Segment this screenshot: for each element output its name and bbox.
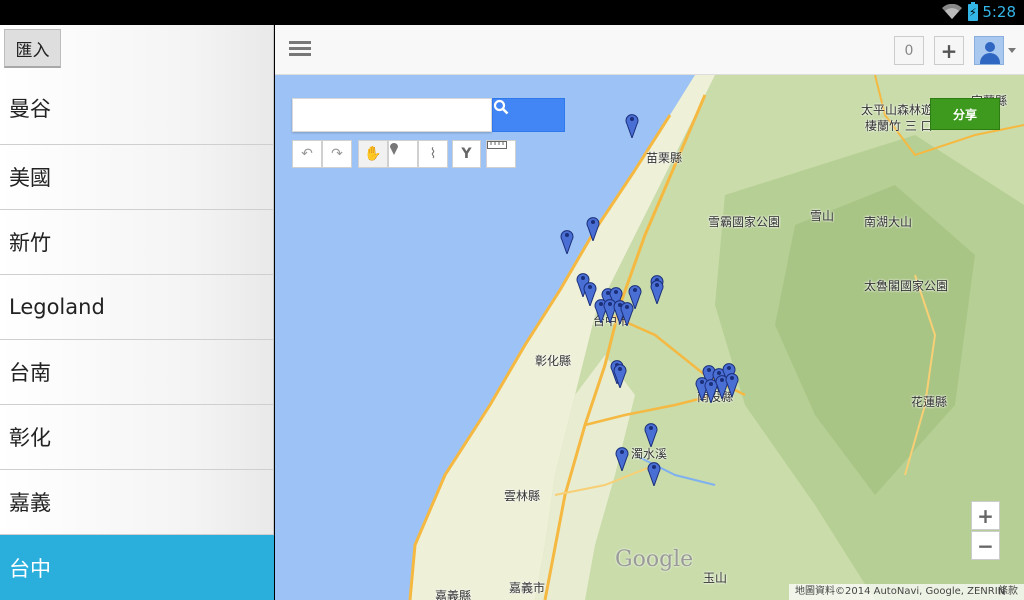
status-time: 5:28 — [982, 3, 1016, 21]
map-pin-icon[interactable] — [625, 112, 639, 138]
marker-icon — [390, 143, 398, 155]
chevron-down-icon[interactable] — [1008, 48, 1016, 53]
add-button[interactable]: + — [934, 36, 964, 65]
sidebar-item-taichung[interactable]: 台中 — [0, 535, 274, 600]
map-attribution: 地圖資料©2014 AutoNavi, Google, ZENRIN 條款 — [789, 584, 1024, 600]
map-pin-icon[interactable] — [620, 300, 634, 326]
map-pin-icon[interactable] — [586, 215, 600, 241]
map-label: 雲林縣 — [504, 489, 541, 503]
import-button[interactable]: 匯入 — [4, 29, 61, 68]
directions-icon: Y — [461, 146, 472, 162]
map-label: 苗栗縣 — [646, 151, 683, 165]
battery-icon: ⚡ — [968, 2, 978, 21]
map-pin-icon[interactable] — [560, 228, 574, 254]
sidebar-item-label: 嘉義 — [9, 491, 51, 515]
map-pin-icon[interactable] — [613, 362, 627, 388]
map-pin-icon[interactable] — [725, 371, 739, 397]
map-toolbar: 0 + — [275, 25, 1024, 75]
map-label: 嘉義市 — [509, 581, 546, 595]
pan-tool-button[interactable]: ✋ — [358, 140, 388, 168]
terms-link[interactable]: 條款 — [998, 584, 1018, 600]
sidebar-item-label: 曼谷 — [9, 96, 51, 121]
attribution-text: 地圖資料©2014 AutoNavi, Google, ZENRIN — [795, 586, 1006, 597]
sidebar-item-label: 台中 — [9, 556, 51, 581]
map-label: 雪山 — [810, 209, 835, 223]
measure-button[interactable] — [486, 140, 516, 168]
sidebar-item-label: 美國 — [9, 166, 51, 190]
sidebar-item-chiayi[interactable]: 嘉義 — [0, 470, 274, 535]
sidebar-item-usa[interactable]: 美國 — [0, 145, 274, 210]
ruler-icon — [487, 141, 507, 149]
map-label: 玉山 — [703, 571, 728, 585]
line-icon: ⌇ — [429, 146, 437, 162]
wifi-icon — [942, 4, 962, 19]
map-canvas[interactable]: 宜蘭縣 太平山森林遊樂區 棲蘭竹 三 口 苗栗縣 雪霸國家公園 雪山 南湖大山 … — [275, 75, 1024, 600]
redo-icon: ↷ — [331, 146, 343, 162]
map-label: 太魯閣國家公園 — [864, 279, 949, 293]
sidebar-item-bangkok[interactable]: 曼谷 — [0, 71, 274, 145]
zoom-out-button[interactable]: − — [971, 531, 1000, 560]
map-label: 花蓮縣 — [911, 395, 948, 409]
sidebar: 匯入 曼谷 美國 新竹 Legoland 台南 彰化 嘉義 台中 — [0, 25, 274, 600]
search-input[interactable] — [292, 98, 492, 132]
map-label: 南湖大山 — [864, 215, 913, 229]
sidebar-item-label: 新竹 — [9, 231, 51, 255]
map-label: 棲蘭竹 三 口 — [865, 119, 933, 133]
avatar[interactable] — [974, 36, 1004, 65]
map-label: 彰化縣 — [535, 354, 572, 368]
map-pin-icon[interactable] — [644, 421, 658, 447]
sidebar-list: 曼谷 美國 新竹 Legoland 台南 彰化 嘉義 台中 — [0, 71, 274, 600]
status-bar: ⚡ 5:28 — [0, 0, 1024, 25]
map-label: 嘉義縣 — [435, 589, 472, 600]
map-label: 雪霸國家公園 — [708, 215, 781, 229]
undo-button[interactable]: ↶ — [292, 140, 322, 168]
search-icon — [493, 99, 509, 115]
map-pin-icon[interactable] — [650, 278, 664, 304]
redo-button[interactable]: ↷ — [322, 140, 352, 168]
sidebar-item-hsinchu[interactable]: 新竹 — [0, 210, 274, 275]
sidebar-item-tainan[interactable]: 台南 — [0, 340, 274, 405]
draw-line-button[interactable]: ⌇ — [418, 140, 448, 168]
undo-icon: ↶ — [301, 146, 313, 162]
sidebar-item-label: 彰化 — [9, 426, 51, 450]
zoom-in-button[interactable]: + — [971, 501, 1000, 530]
map-pin-icon[interactable] — [615, 445, 629, 471]
directions-button[interactable]: Y — [452, 140, 481, 168]
map-pin-icon[interactable] — [647, 460, 661, 486]
hand-icon: ✋ — [364, 146, 382, 162]
search-button[interactable] — [492, 98, 565, 132]
sidebar-item-label: 台南 — [9, 361, 51, 385]
count-button[interactable]: 0 — [894, 36, 924, 65]
sidebar-item-legoland[interactable]: Legoland — [0, 275, 274, 340]
sidebar-item-label: Legoland — [9, 295, 105, 319]
menu-icon[interactable] — [289, 41, 311, 57]
google-logo: Google — [615, 547, 694, 572]
marker-tool-button[interactable] — [388, 140, 418, 168]
sidebar-item-changhua[interactable]: 彰化 — [0, 405, 274, 470]
map-panel: 0 + 宜蘭縣 太平山森林遊樂區 棲蘭竹 三 口 苗栗縣 雪霸 — [275, 25, 1024, 600]
share-button[interactable]: 分享 — [930, 98, 1000, 130]
